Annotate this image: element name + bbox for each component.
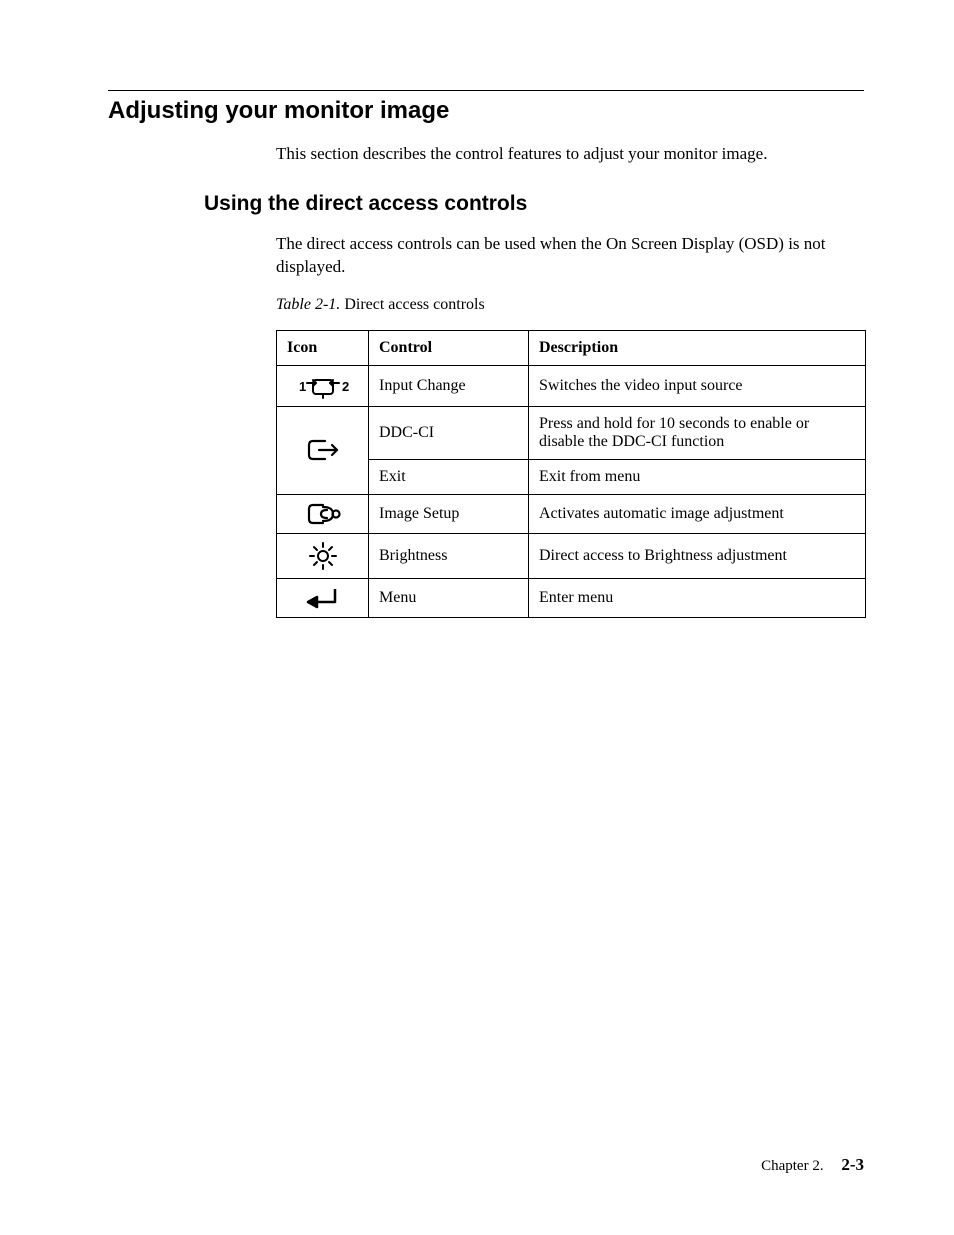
control-cell: Brightness <box>369 533 529 578</box>
control-cell: Exit <box>369 459 529 494</box>
icon-cell <box>277 406 369 494</box>
description-cell: Exit from menu <box>529 459 866 494</box>
svg-text:1: 1 <box>299 379 306 394</box>
image-setup-icon <box>303 501 343 527</box>
footer-chapter-label: Chapter 2. <box>761 1158 823 1174</box>
exit-icon <box>303 437 343 463</box>
table-caption: Table 2-1. Direct access controls <box>276 296 864 314</box>
header-icon: Icon <box>277 330 369 365</box>
table-row: Brightness Direct access to Brightness a… <box>277 533 866 578</box>
input-change-icon: 1 2 <box>294 372 352 400</box>
control-cell: Image Setup <box>369 494 529 533</box>
description-cell: Activates automatic image adjustment <box>529 494 866 533</box>
table-caption-label: Table 2-1. <box>276 296 340 313</box>
footer-page-number: 2-3 <box>841 1155 864 1174</box>
table-header-row: Icon Control Description <box>277 330 866 365</box>
table-row: Menu Enter menu <box>277 578 866 617</box>
control-cell: Menu <box>369 578 529 617</box>
table-row: Image Setup Activates automatic image ad… <box>277 494 866 533</box>
header-description: Description <box>529 330 866 365</box>
icon-cell <box>277 533 369 578</box>
page-footer: Chapter 2. 2-3 <box>761 1155 864 1175</box>
section-intro-text: This section describes the control featu… <box>276 142 864 166</box>
subsection-heading: Using the direct access controls <box>204 192 864 216</box>
description-cell: Enter menu <box>529 578 866 617</box>
subsection-body-text: The direct access controls can be used w… <box>276 233 864 279</box>
icon-cell <box>277 578 369 617</box>
control-cell: Input Change <box>369 365 529 406</box>
document-page: Adjusting your monitor image This sectio… <box>0 0 954 1235</box>
icon-cell <box>277 494 369 533</box>
icon-cell: 1 2 <box>277 365 369 406</box>
description-cell: Direct access to Brightness adjustment <box>529 533 866 578</box>
description-cell: Press and hold for 10 seconds to enable … <box>529 406 866 459</box>
svg-text:2: 2 <box>342 379 349 394</box>
direct-access-controls-table: Icon Control Description 1 2 <box>276 330 866 618</box>
header-control: Control <box>369 330 529 365</box>
brightness-icon <box>307 540 339 572</box>
table-caption-text: Direct access controls <box>344 296 484 313</box>
control-cell: DDC-CI <box>369 406 529 459</box>
section-heading: Adjusting your monitor image <box>108 97 864 125</box>
menu-icon <box>305 585 341 611</box>
table-row: DDC-CI Press and hold for 10 seconds to … <box>277 406 866 459</box>
section-rule <box>108 90 864 91</box>
table-row: 1 2 Input Change Switches the video inpu… <box>277 365 866 406</box>
description-cell: Switches the video input source <box>529 365 866 406</box>
